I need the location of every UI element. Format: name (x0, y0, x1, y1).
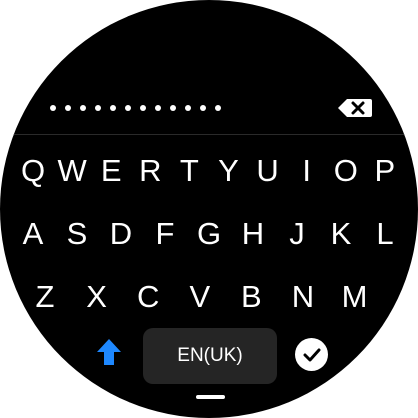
key-h[interactable]: H (233, 209, 273, 259)
key-e[interactable]: E (91, 146, 131, 196)
password-dot (95, 105, 101, 111)
key-p[interactable]: P (365, 146, 405, 196)
done-button[interactable] (295, 338, 328, 371)
key-row-3: ZXCVBNM (0, 272, 418, 324)
password-dot (185, 105, 191, 111)
key-row-2: ASDFGHJKL (0, 209, 418, 261)
key-r[interactable]: R (130, 146, 170, 196)
password-dot (155, 105, 161, 111)
password-dot (215, 105, 221, 111)
key-i[interactable]: I (287, 146, 327, 196)
key-g[interactable]: G (189, 209, 229, 259)
checkmark-icon (303, 348, 320, 361)
key-z[interactable]: Z (25, 272, 65, 322)
input-divider (0, 134, 418, 135)
password-dot (80, 105, 86, 111)
shift-up-arrow-icon (97, 339, 121, 365)
password-dot (65, 105, 71, 111)
password-dot (125, 105, 131, 111)
password-dot (110, 105, 116, 111)
key-l[interactable]: L (365, 209, 405, 259)
key-b[interactable]: B (231, 272, 271, 322)
language-button[interactable]: EN(UK) (143, 328, 277, 384)
key-s[interactable]: S (57, 209, 97, 259)
shift-button[interactable] (91, 334, 127, 370)
password-dot (170, 105, 176, 111)
key-d[interactable]: D (101, 209, 141, 259)
password-field[interactable] (50, 101, 221, 115)
key-u[interactable]: U (248, 146, 288, 196)
password-dot (50, 105, 56, 111)
key-y[interactable]: Y (209, 146, 249, 196)
home-indicator (196, 395, 225, 399)
key-f[interactable]: F (145, 209, 185, 259)
key-q[interactable]: Q (13, 146, 53, 196)
key-v[interactable]: V (180, 272, 220, 322)
key-k[interactable]: K (321, 209, 361, 259)
key-a[interactable]: A (13, 209, 53, 259)
password-dot (140, 105, 146, 111)
key-t[interactable]: T (169, 146, 209, 196)
key-m[interactable]: M (335, 272, 375, 322)
key-x[interactable]: X (77, 272, 117, 322)
key-w[interactable]: W (52, 146, 92, 196)
key-n[interactable]: N (283, 272, 323, 322)
key-o[interactable]: O (326, 146, 366, 196)
password-dot (200, 105, 206, 111)
backspace-icon (338, 99, 372, 117)
key-row-1: QWERTYUIOP (0, 146, 418, 198)
key-c[interactable]: C (128, 272, 168, 322)
key-j[interactable]: J (277, 209, 317, 259)
language-label: EN(UK) (177, 345, 243, 366)
keyboard-screen: QWERTYUIOP ASDFGHJKL ZXCVBNM EN(UK) (0, 0, 418, 418)
backspace-button[interactable] (332, 95, 378, 121)
